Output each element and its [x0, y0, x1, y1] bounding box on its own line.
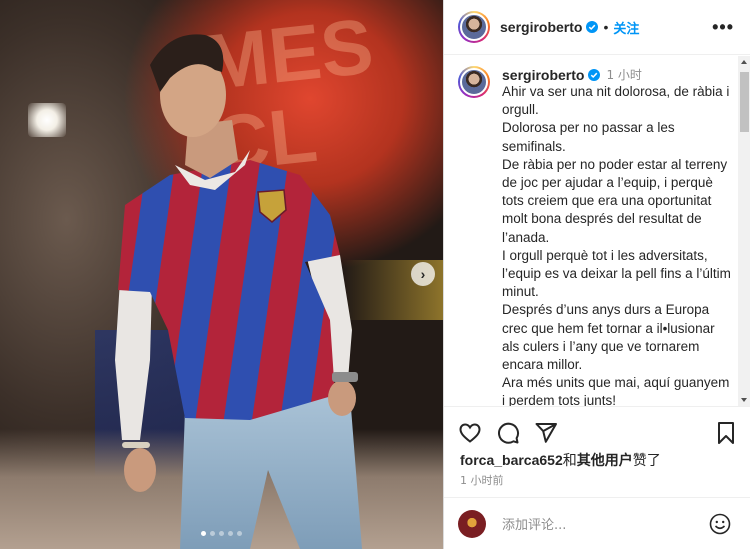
emoji-icon[interactable]: [709, 513, 731, 540]
caption-scrollbar[interactable]: [738, 56, 750, 406]
post-photo[interactable]: MES CL ›: [0, 0, 443, 549]
more-options-button[interactable]: •••: [712, 17, 734, 38]
comment-bar: 添加评论...: [444, 497, 750, 549]
scroll-down-icon[interactable]: [741, 398, 747, 402]
caption-avatar[interactable]: [458, 66, 490, 98]
scroll-thumb[interactable]: [740, 72, 749, 132]
chevron-right-icon: ›: [420, 266, 426, 282]
gallery-dot: [219, 531, 224, 536]
comment-input[interactable]: 添加评论...: [502, 514, 566, 533]
gallery-dot: [210, 531, 215, 536]
post-side-panel: sergiroberto • 关注 ••• sergiroberto 1 小时 …: [443, 0, 750, 549]
caption-text: Ahir va ser una nit dolorosa, de ràbia i…: [502, 84, 731, 406]
gallery-dot: [237, 531, 242, 536]
player-figure: [115, 34, 362, 549]
gallery-dot: [228, 531, 233, 536]
separator-dot: •: [603, 19, 609, 35]
likes-others[interactable]: 其他用户: [577, 452, 633, 468]
gallery-dots: [201, 531, 242, 536]
gallery-next-button[interactable]: ›: [411, 262, 435, 286]
comment-icon[interactable]: [496, 421, 520, 445]
gallery-dot: [201, 531, 206, 536]
likes-user[interactable]: forca_barca652: [460, 452, 563, 468]
likes-line: forca_barca652和其他用户赞了: [460, 450, 661, 470]
share-icon[interactable]: [534, 421, 558, 445]
likes-and: 和: [562, 452, 577, 468]
verified-icon: [588, 68, 601, 81]
post-time[interactable]: 1 小时前: [460, 472, 504, 488]
avatar[interactable]: [458, 11, 490, 43]
caption-time[interactable]: 1 小时: [606, 66, 641, 83]
likes-suffix: 赞了: [632, 452, 661, 468]
heart-icon[interactable]: [458, 421, 482, 445]
scroll-up-icon[interactable]: [741, 60, 747, 64]
caption-username[interactable]: sergiroberto: [502, 67, 584, 83]
header-username[interactable]: sergiroberto: [500, 19, 582, 35]
commenter-avatar: [458, 509, 486, 538]
post-header: sergiroberto • 关注 •••: [444, 0, 750, 55]
follow-button[interactable]: 关注: [613, 18, 639, 37]
bookmark-icon[interactable]: [715, 421, 737, 450]
verified-icon: [586, 21, 599, 33]
caption-area: sergiroberto 1 小时 Ahir va ser una nit do…: [444, 56, 739, 406]
